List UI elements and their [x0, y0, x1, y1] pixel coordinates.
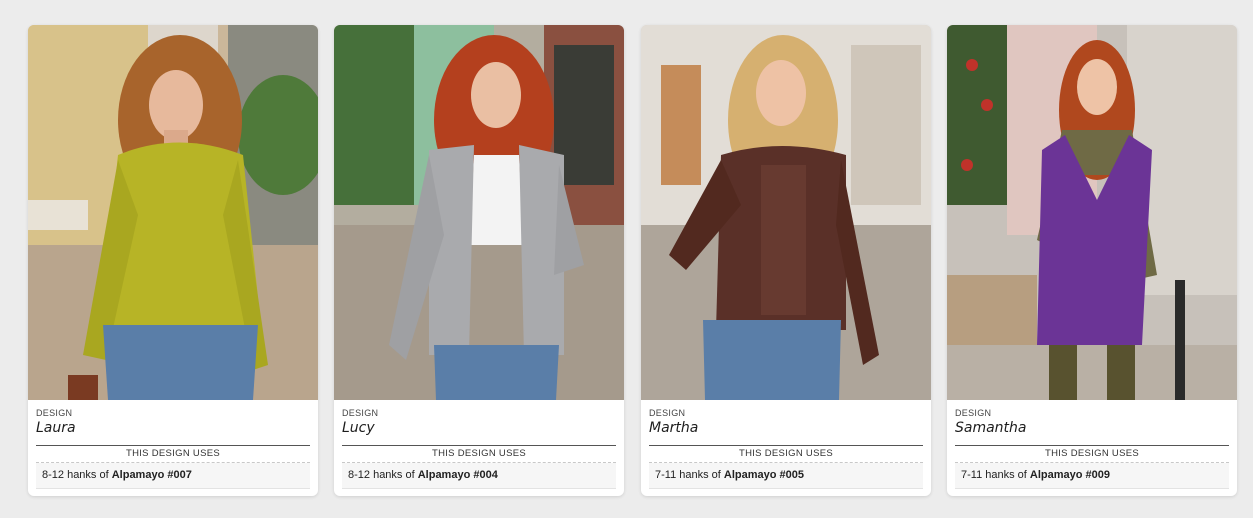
- yarn-link[interactable]: Alpamayo #004: [418, 469, 498, 481]
- design-card-laura[interactable]: DESIGN Laura THIS DESIGN USES 8-12 hanks…: [28, 25, 318, 496]
- design-photo[interactable]: [28, 25, 318, 400]
- model-photo-lucy: [334, 25, 624, 400]
- design-label: DESIGN: [36, 408, 73, 418]
- design-photo[interactable]: [334, 25, 624, 400]
- yarn-requirement: 8-12 hanks of Alpamayo #004: [342, 463, 616, 489]
- design-name: Samantha: [955, 420, 1027, 436]
- hanks-text: 8-12 hanks of: [348, 469, 418, 481]
- design-card-lucy[interactable]: DESIGN Lucy THIS DESIGN USES 8-12 hanks …: [334, 25, 624, 496]
- design-label: DESIGN: [955, 408, 992, 418]
- uses-header: THIS DESIGN USES: [36, 445, 310, 463]
- model-photo-laura: [28, 25, 318, 400]
- design-name: Lucy: [342, 420, 375, 436]
- design-card-martha[interactable]: DESIGN Martha THIS DESIGN USES 7-11 hank…: [641, 25, 931, 496]
- design-label: DESIGN: [649, 408, 686, 418]
- hanks-text: 7-11 hanks of: [655, 469, 724, 481]
- design-grid: DESIGN Laura THIS DESIGN USES 8-12 hanks…: [0, 0, 1253, 518]
- yarn-link[interactable]: Alpamayo #009: [1030, 469, 1110, 481]
- hanks-text: 8-12 hanks of: [42, 469, 112, 481]
- design-photo[interactable]: [947, 25, 1237, 400]
- design-name: Laura: [36, 420, 76, 436]
- design-photo[interactable]: [641, 25, 931, 400]
- design-label: DESIGN: [342, 408, 379, 418]
- uses-header: THIS DESIGN USES: [342, 445, 616, 463]
- yarn-requirement: 8-12 hanks of Alpamayo #007: [36, 463, 310, 489]
- yarn-link[interactable]: Alpamayo #005: [724, 469, 804, 481]
- design-name: Martha: [649, 420, 699, 436]
- hanks-text: 7-11 hanks of: [961, 469, 1030, 481]
- yarn-link[interactable]: Alpamayo #007: [112, 469, 192, 481]
- design-card-samantha[interactable]: DESIGN Samantha THIS DESIGN USES 7-11 ha…: [947, 25, 1237, 496]
- model-photo-samantha: [947, 25, 1237, 400]
- model-photo-martha: [641, 25, 931, 400]
- yarn-requirement: 7-11 hanks of Alpamayo #005: [649, 463, 923, 489]
- uses-header: THIS DESIGN USES: [649, 445, 923, 463]
- yarn-requirement: 7-11 hanks of Alpamayo #009: [955, 463, 1229, 489]
- uses-header: THIS DESIGN USES: [955, 445, 1229, 463]
